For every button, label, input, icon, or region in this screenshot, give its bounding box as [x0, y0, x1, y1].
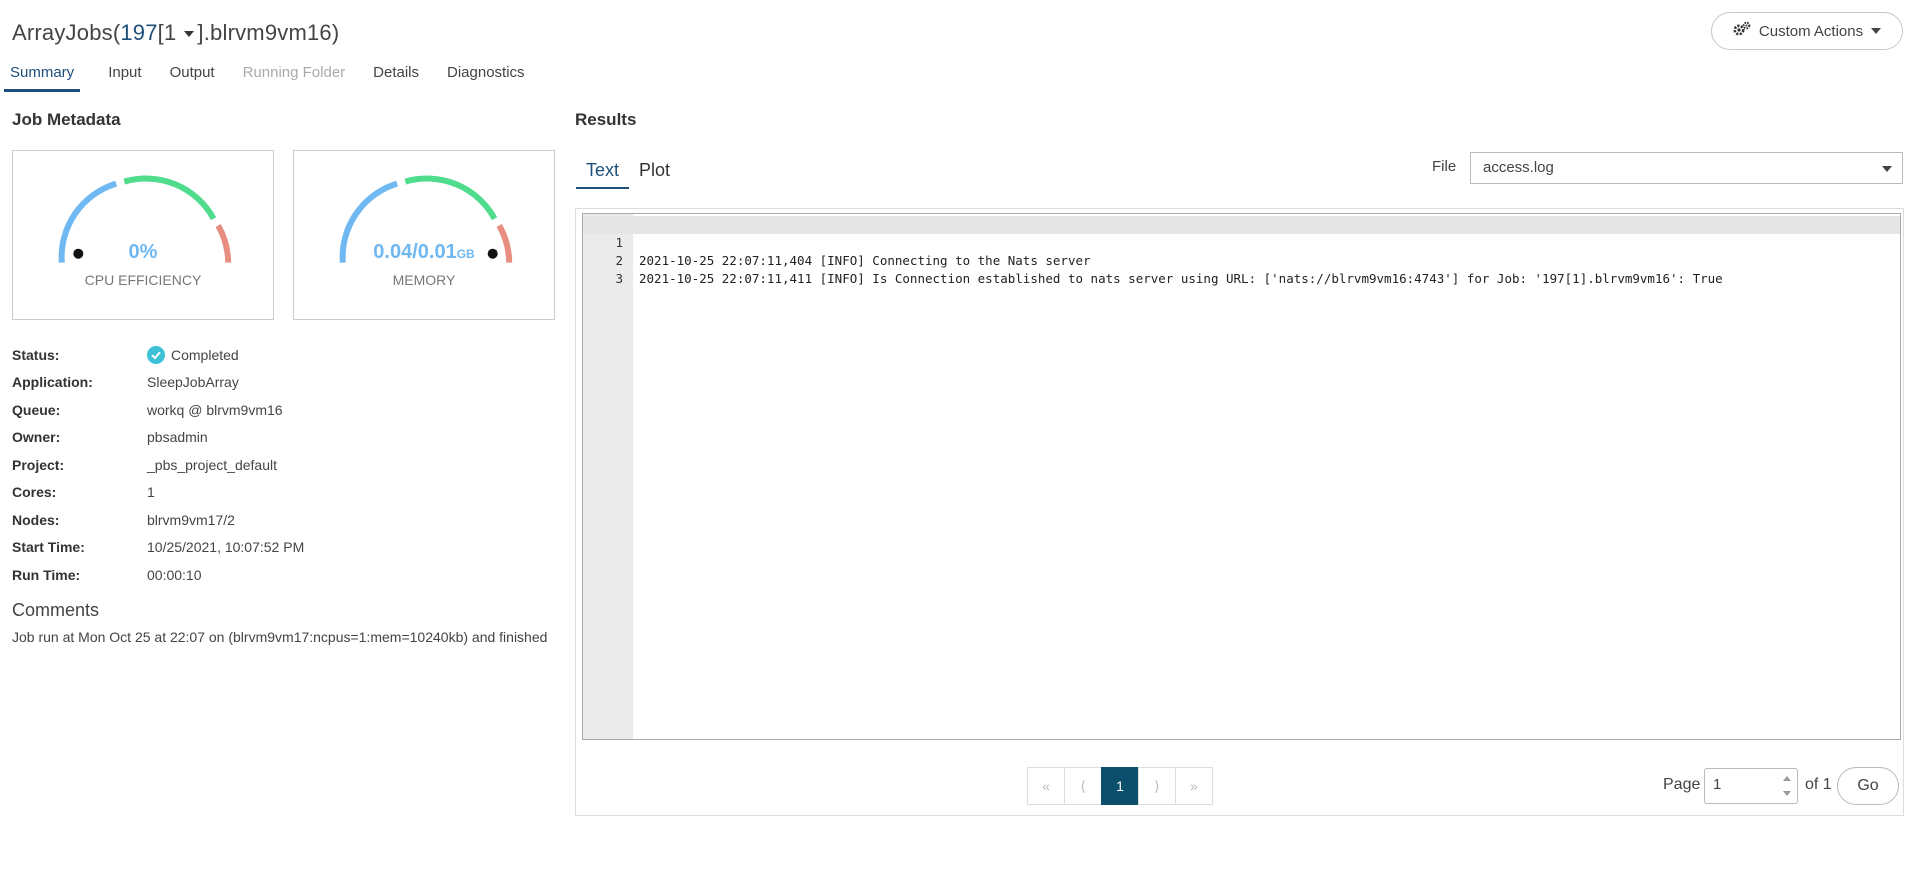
cpu-efficiency-label: CPU EFFICIENCY — [84, 272, 202, 288]
memory-value: 0.04/0.01GB — [294, 241, 554, 264]
status-value: Completed — [171, 346, 239, 363]
tab-summary[interactable]: Summary — [4, 60, 81, 92]
memory-gauge: 0.04/0.01GB MEMORY — [293, 150, 555, 320]
metadata-value: 1 — [147, 484, 155, 501]
metadata-row-cores: Cores: 1 — [12, 479, 304, 507]
chevron-down-icon — [1882, 166, 1892, 172]
memory-value-unit: GB — [456, 247, 475, 261]
metadata-key: Run Time: — [12, 566, 81, 583]
memory-value-number: 0.04/0.01 — [373, 241, 457, 263]
comments-text: Job run at Mon Oct 25 at 22:07 on (blrvm… — [12, 629, 548, 645]
metadata-key: Nodes: — [12, 511, 60, 528]
page-1-button[interactable]: 1 — [1101, 767, 1139, 805]
metadata-key: Owner: — [12, 429, 61, 446]
array-index-dropdown-icon[interactable] — [184, 31, 195, 38]
metadata-value: blrvm9vm17/2 — [147, 511, 235, 528]
cpu-gauge-green-arc — [123, 175, 217, 221]
tab-diagnostics[interactable]: Diagnostics — [447, 60, 525, 92]
custom-actions-label: Custom Actions — [1758, 22, 1864, 40]
metadata-key: Queue: — [12, 401, 61, 418]
line-number: 3 — [615, 271, 623, 286]
metadata-row-project: Project: _pbs_project_default — [12, 451, 304, 479]
metadata-value: 10/25/2021, 10:07:52 PM — [147, 539, 305, 556]
tab-plot[interactable]: Plot — [629, 158, 680, 189]
metadata-value: 00:00:10 — [147, 566, 202, 583]
metadata-value: SleepJobArray — [147, 374, 239, 391]
prev-page-button[interactable]: ⟨ — [1064, 767, 1102, 805]
cpu-efficiency-value: 0% — [128, 241, 158, 263]
metadata-row-owner: Owner: pbsadmin — [12, 424, 304, 452]
title-array-index: [1 — [157, 20, 177, 45]
page-count-label: of 1 — [1805, 776, 1832, 793]
tab-input[interactable]: Input — [108, 60, 141, 92]
stepper-down-icon[interactable] — [1783, 791, 1791, 796]
metadata-row-nodes: Nodes: blrvm9vm17/2 — [12, 506, 304, 534]
file-label: File — [1432, 158, 1457, 175]
metadata-row-queue: Queue: workq @ blrvm9vm16 — [12, 396, 304, 424]
metadata-value: Completed — [147, 345, 239, 364]
code-line: 3 — [583, 252, 1900, 286]
metadata-value: pbsadmin — [147, 429, 208, 446]
cpu-gauge-chart — [58, 175, 232, 263]
title-job-number: 197 — [120, 20, 158, 45]
title-suffix: ].blrvm9vm16) — [197, 20, 340, 45]
page-number-input[interactable]: 1 — [1704, 768, 1798, 804]
metadata-row-start-time: Start Time: 10/25/2021, 10:07:52 PM — [12, 534, 304, 562]
file-select-value: access.log — [1483, 159, 1554, 176]
code-line: 1 2021-10-25 22:07:11,404 [INFO] Connect… — [583, 216, 1900, 268]
tab-output[interactable]: Output — [170, 60, 215, 92]
memory-label: MEMORY — [392, 272, 456, 288]
metadata-key: Application: — [12, 374, 93, 391]
metadata-row-application: Application: SleepJobArray — [12, 369, 304, 397]
code-lines: 1 2021-10-25 22:07:11,404 [INFO] Connect… — [583, 216, 1900, 286]
metadata-key: Cores: — [12, 484, 57, 501]
stepper-up-icon[interactable] — [1783, 776, 1791, 781]
metadata-row-run-time: Run Time: 00:00:10 — [12, 561, 304, 589]
code-line: 2 2021-10-25 22:07:11,411 [INFO] Is Conn… — [583, 234, 1900, 286]
cpu-efficiency-gauge: 0% CPU EFFICIENCY — [12, 150, 274, 320]
check-circle-icon — [147, 345, 165, 364]
next-page-button[interactable]: ⟩ — [1138, 767, 1176, 805]
file-select[interactable]: access.log — [1470, 152, 1903, 184]
comments-title: Comments — [12, 600, 100, 620]
tab-running-folder: Running Folder — [242, 64, 346, 81]
caret-down-icon — [1871, 28, 1882, 34]
memory-gauge-green-arc — [404, 175, 498, 221]
metadata-row-status: Status: Completed — [12, 341, 304, 369]
job-metadata-table: Status: Completed Application: SleepJobA… — [12, 341, 304, 589]
tab-details[interactable]: Details — [373, 60, 419, 92]
page-number-value: 1 — [1713, 776, 1722, 793]
page-stepper[interactable] — [1781, 773, 1793, 799]
metadata-value: _pbs_project_default — [147, 456, 277, 473]
metadata-key: Project: — [12, 456, 65, 473]
tab-text[interactable]: Text — [576, 158, 630, 189]
job-metadata-title: Job Metadata — [12, 110, 121, 129]
results-title: Results — [575, 110, 637, 129]
gears-icon — [1733, 21, 1751, 41]
page-title: ArrayJobs(197[1 ].blrvm9vm16) — [12, 20, 339, 46]
first-page-button[interactable]: « — [1027, 767, 1065, 805]
job-tabs: Summary Input Output Running Folder Deta… — [4, 60, 553, 92]
custom-actions-button[interactable]: Custom Actions — [1711, 12, 1903, 50]
line-text: 2021-10-25 22:07:11,411 [INFO] Is Connec… — [639, 271, 1723, 286]
results-tabs: Text Plot — [576, 158, 680, 189]
log-viewer[interactable]: 1 2021-10-25 22:07:11,404 [INFO] Connect… — [582, 213, 1901, 740]
title-prefix: ArrayJobs( — [12, 20, 121, 45]
last-page-button[interactable]: » — [1175, 767, 1213, 805]
metadata-key: Status: — [12, 346, 60, 363]
page-label: Page — [1663, 776, 1701, 793]
metadata-value: workq @ blrvm9vm16 — [147, 401, 283, 418]
go-button[interactable]: Go — [1837, 767, 1899, 805]
metadata-key: Start Time: — [12, 539, 85, 556]
pagination: « ⟨ 1 ⟩ » — [1027, 767, 1213, 805]
memory-gauge-chart — [339, 175, 513, 263]
